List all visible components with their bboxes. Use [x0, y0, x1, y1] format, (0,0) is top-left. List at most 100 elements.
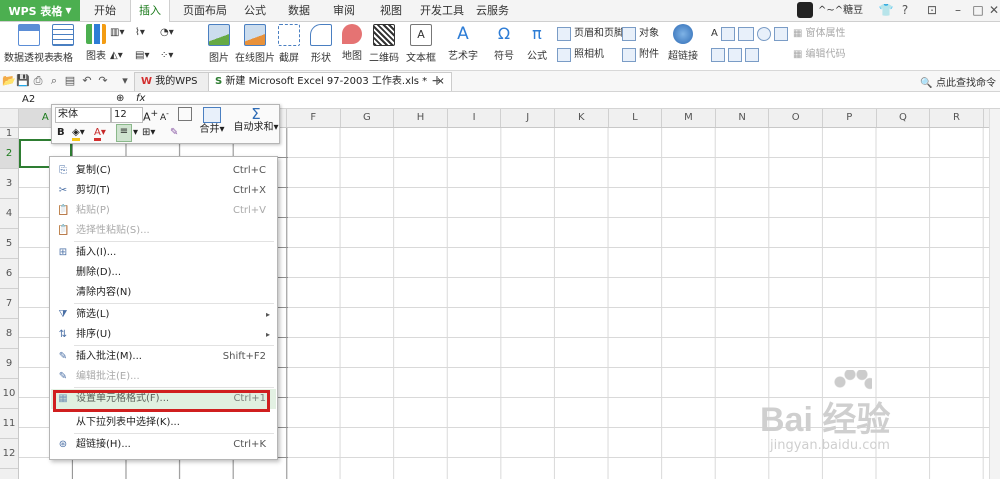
undo-icon[interactable]: ↶ — [80, 74, 94, 88]
tab-view[interactable]: 视图 — [372, 0, 410, 21]
merge-button[interactable]: 合并▾ — [194, 107, 230, 137]
autosum-button[interactable]: Σ 自动求和▾ — [232, 107, 280, 135]
textbox-button[interactable]: A 文本框 — [406, 24, 436, 64]
row-header[interactable]: 2 — [0, 139, 18, 169]
help-icon[interactable]: ? — [895, 1, 915, 19]
tab-page-layout[interactable]: 页面布局 — [175, 0, 235, 21]
qrcode-button[interactable]: 二维码 — [369, 24, 399, 64]
control-properties-button[interactable]: ▦ 窗体属性 — [793, 26, 845, 42]
column-header[interactable]: O — [769, 109, 823, 127]
column-header[interactable]: K — [555, 109, 609, 127]
row-header[interactable]: 8 — [0, 319, 18, 349]
font-size-select[interactable]: 12 — [111, 107, 143, 123]
column-header[interactable]: Q — [877, 109, 931, 127]
row-header[interactable]: 11 — [0, 409, 18, 439]
row-header[interactable]: 3 — [0, 169, 18, 199]
picture-button[interactable]: 图片 — [208, 24, 230, 64]
form-controls[interactable]: A — [711, 26, 788, 42]
column-header[interactable]: L — [609, 109, 663, 127]
area-chart-dropdown[interactable]: ◭▾ — [110, 48, 123, 64]
decrease-font-icon[interactable]: A- — [160, 107, 169, 125]
column-header[interactable]: G — [341, 109, 395, 127]
row-header[interactable]: 7 — [0, 289, 18, 319]
format-icon[interactable] — [178, 107, 192, 121]
vertical-scrollbar[interactable] — [989, 109, 1000, 479]
table-button[interactable]: 表格 — [52, 24, 74, 64]
tab-insert[interactable]: 插入 — [130, 0, 170, 22]
menu-item-delete[interactable]: 删除(D)... — [51, 263, 276, 283]
formula-input[interactable] — [160, 92, 995, 108]
app-menu-button[interactable]: WPS 表格 ▼ — [0, 0, 80, 21]
menu-item-hyperlink[interactable]: ⊛ 超链接(H)... Ctrl+K — [51, 435, 276, 455]
print-preview-icon[interactable]: ⌕ — [47, 74, 61, 88]
tab-review[interactable]: 审阅 — [325, 0, 363, 21]
new-tab-icon[interactable]: + — [430, 74, 444, 88]
menu-item-insert[interactable]: ⊞ 插入(I)... — [51, 243, 276, 263]
column-header[interactable]: F — [287, 109, 341, 127]
shapes-button[interactable]: 形状 — [310, 24, 332, 64]
row-header[interactable]: 12 — [0, 439, 18, 469]
minimize-icon[interactable]: – — [948, 1, 968, 19]
row-header[interactable]: 10 — [0, 379, 18, 409]
user-name[interactable]: ^~^糖豆 V▼ — [818, 2, 870, 33]
menu-item-edit-comment[interactable]: ✎ 编辑批注(E)... — [51, 367, 276, 387]
row-header[interactable]: 9 — [0, 349, 18, 379]
menu-item-filter[interactable]: ⧩ 筛选(L) ▸ — [51, 305, 276, 325]
align-dropdown-icon[interactable]: ▾ — [133, 126, 138, 140]
column-header[interactable]: P — [823, 109, 877, 127]
wordart-button[interactable]: A 艺术字 — [448, 24, 478, 62]
bar-chart-dropdown[interactable]: ▤▾ — [135, 48, 149, 64]
row-header[interactable]: 4 — [0, 199, 18, 229]
menu-item-insert-comment[interactable]: ✎ 插入批注(M)... Shift+F2 — [51, 347, 276, 367]
menu-item-paste[interactable]: 📋 粘贴(P) Ctrl+V — [51, 201, 276, 221]
column-header[interactable]: N — [716, 109, 770, 127]
format-painter-icon[interactable]: ✎ — [170, 126, 178, 140]
font-color-icon[interactable]: A▾ — [94, 126, 106, 141]
menu-item-sort[interactable]: ⇅ 排序(U) ▸ — [51, 325, 276, 345]
menu-item-cut[interactable]: ✂ 剪切(T) Ctrl+X — [51, 181, 276, 201]
pie-chart-dropdown[interactable]: ◔▾ — [160, 25, 174, 41]
online-picture-button[interactable]: 在线图片 — [235, 24, 275, 64]
zoom-icon[interactable]: ⊕ — [116, 93, 124, 104]
print-icon[interactable]: ⎙ — [31, 74, 45, 88]
camera-button[interactable]: 照相机 — [557, 47, 604, 63]
tab-home[interactable]: 开始 — [86, 0, 124, 21]
column-header[interactable]: M — [662, 109, 716, 127]
tab-cloud[interactable]: 云服务 — [468, 0, 517, 21]
font-family-select[interactable]: 宋体 — [55, 107, 111, 123]
tab-formulas[interactable]: 公式 — [236, 0, 274, 21]
scatter-chart-dropdown[interactable]: ⁘▾ — [160, 48, 173, 64]
column-chart-dropdown[interactable]: ▥▾ — [110, 25, 124, 41]
restore-icon[interactable]: ⊡ — [922, 1, 942, 19]
column-header[interactable]: R — [930, 109, 984, 127]
close-icon[interactable]: ✕ — [984, 1, 1000, 19]
formula-button[interactable]: π 公式 — [527, 24, 547, 62]
symbol-button[interactable]: Ω 符号 — [494, 24, 514, 62]
menu-item-copy[interactable]: ⎘ 复制(C) Ctrl+C — [51, 161, 276, 181]
pivot-table-button[interactable]: 数据透视表 — [4, 24, 54, 64]
tab-developer[interactable]: 开发工具 — [412, 0, 472, 21]
tab-workbook[interactable]: S 新建 Microsoft Excel 97-2003 工作表.xls * × — [208, 72, 452, 91]
object-button[interactable]: 对象 — [622, 26, 659, 42]
row-header[interactable]: 1 — [0, 128, 18, 139]
map-button[interactable]: 地图 — [342, 24, 362, 62]
open-icon[interactable]: 📂 — [2, 74, 16, 88]
bold-button[interactable]: B — [57, 126, 65, 140]
column-header[interactable]: H — [394, 109, 448, 127]
avatar[interactable] — [797, 2, 813, 18]
command-search[interactable]: 🔍 点此查找命令 — [920, 74, 996, 89]
header-footer-button[interactable]: 页眉和页脚 — [557, 26, 624, 42]
select-all-corner[interactable] — [0, 109, 19, 127]
menu-item-pick-from-list[interactable]: 从下拉列表中选择(K)... — [51, 413, 276, 433]
hyperlink-button[interactable]: 超链接 — [668, 24, 698, 62]
export-icon[interactable]: ▤ — [63, 74, 77, 88]
borders-icon[interactable]: ⊞▾ — [142, 126, 155, 140]
menu-item-clear-contents[interactable]: 清除内容(N) — [51, 283, 276, 303]
line-chart-dropdown[interactable]: ⌇▾ — [135, 25, 145, 41]
menu-item-paste-special[interactable]: 📋 选择性粘贴(S)... — [51, 221, 276, 241]
save-icon[interactable]: 💾 — [16, 74, 30, 88]
row-header[interactable]: 6 — [0, 259, 18, 289]
fx-button[interactable]: fx — [136, 93, 145, 104]
align-center-icon[interactable]: ≡ — [116, 124, 132, 142]
column-header[interactable]: I — [448, 109, 502, 127]
